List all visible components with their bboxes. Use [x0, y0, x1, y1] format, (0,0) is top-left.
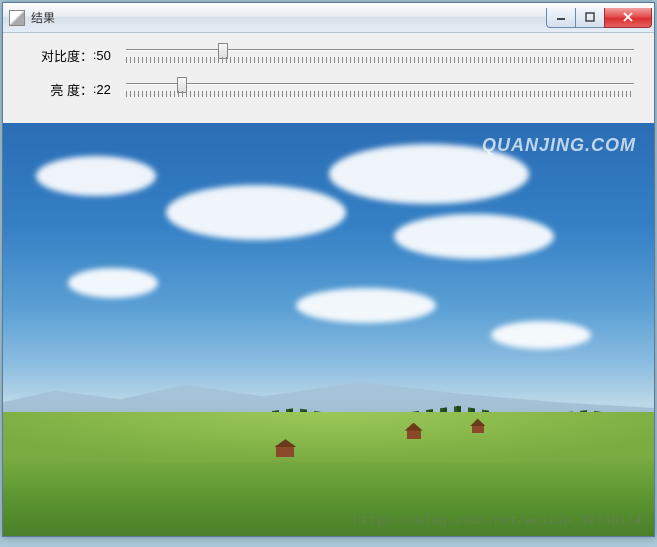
contrast-slider[interactable] — [126, 43, 634, 67]
close-icon — [622, 12, 634, 22]
controls-panel: 对比度： : 50 亮 度： : 22 — [3, 33, 654, 123]
contrast-label: 对比度： — [23, 46, 93, 65]
hut-icon — [472, 424, 484, 433]
window: 结果 对比度： : 50 亮 度： : 2 — [2, 2, 655, 537]
contrast-value: 50 — [96, 48, 126, 63]
brightness-value: 22 — [96, 82, 126, 97]
window-controls — [547, 8, 652, 28]
hut-icon — [407, 429, 421, 439]
contrast-row: 对比度： : 50 — [23, 43, 634, 67]
app-icon — [9, 10, 25, 26]
image-preview: QUANJING.COM https://blog.csdn.net/weixi… — [3, 123, 654, 536]
blog-watermark: https://blog.csdn.net/weixin_39746114 — [353, 513, 642, 528]
minimize-button[interactable] — [546, 8, 576, 28]
image-watermark: QUANJING.COM — [482, 135, 636, 156]
maximize-icon — [585, 12, 595, 22]
minimize-icon — [556, 12, 566, 22]
hut-icon — [276, 445, 294, 457]
brightness-row: 亮 度： : 22 — [23, 77, 634, 101]
titlebar[interactable]: 结果 — [3, 3, 654, 33]
window-title: 结果 — [31, 9, 547, 26]
brightness-label: 亮 度： — [23, 80, 93, 99]
close-button[interactable] — [604, 8, 652, 28]
brightness-slider[interactable] — [126, 77, 634, 101]
maximize-button[interactable] — [575, 8, 605, 28]
